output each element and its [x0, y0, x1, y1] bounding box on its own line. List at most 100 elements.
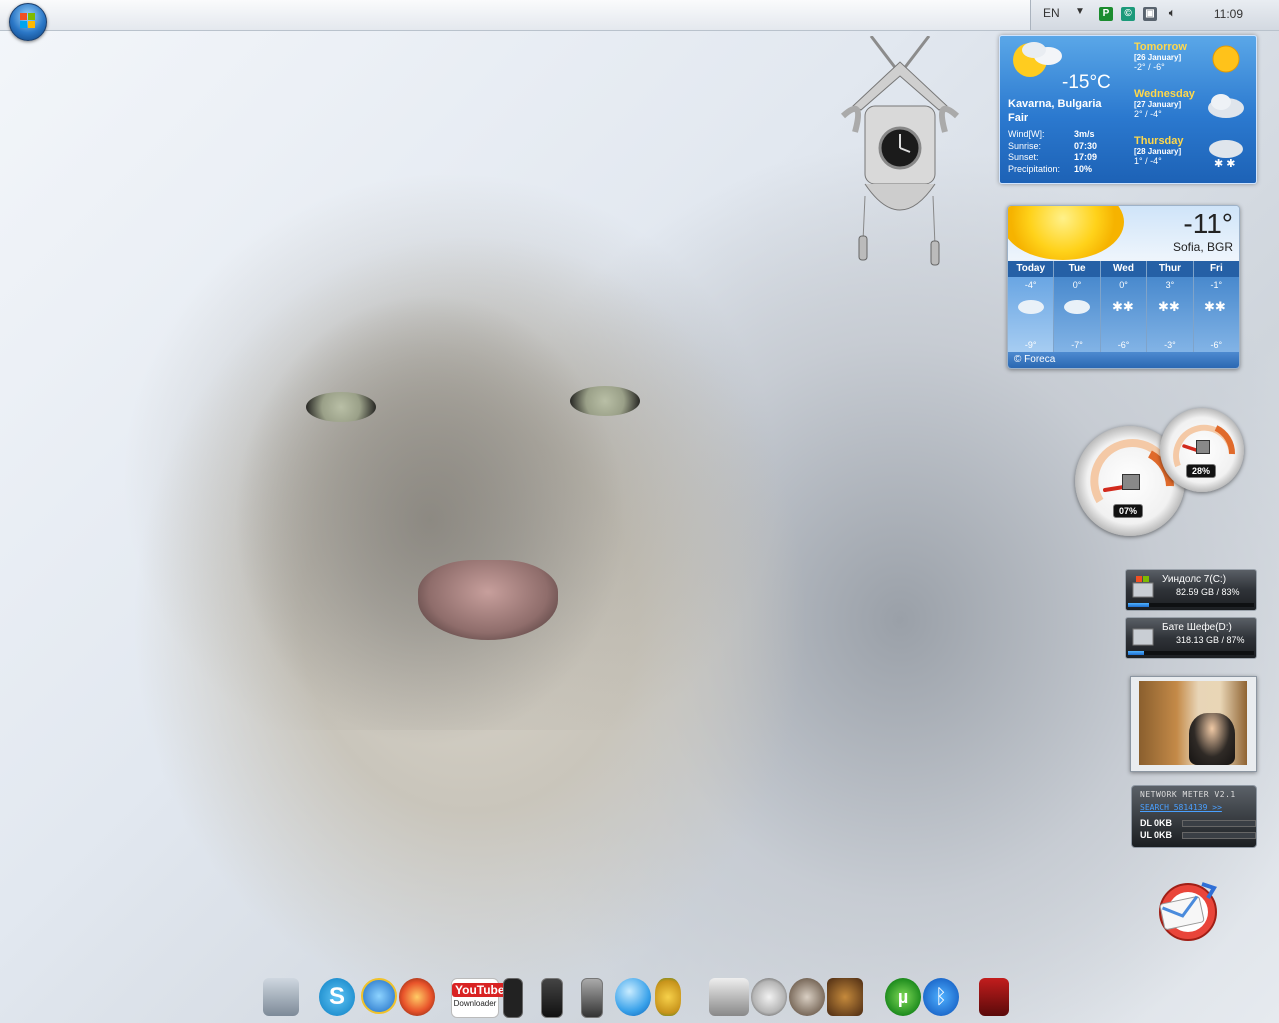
apple-icon[interactable]: [615, 978, 651, 1016]
network-meter-title: NETWORK METER V2.1: [1140, 790, 1236, 799]
network-meter-link[interactable]: SEARCH 5814139 >>: [1140, 803, 1222, 812]
weather-gadget-small[interactable]: -11° Sofia, BGR Today -4° -9° Tue 0° -7°…: [1007, 205, 1240, 369]
firefox-icon[interactable]: [399, 978, 435, 1016]
upload-bar: [1182, 831, 1256, 839]
application-dock: S YouTube Downloader µ ᛒ: [255, 976, 1035, 1020]
weather-location: Kavarna, Bulgaria: [1008, 98, 1102, 110]
volume-icon[interactable]: 🔈︎: [1165, 7, 1179, 21]
forecast-day-name: Thur: [1147, 261, 1193, 277]
ram-chip-icon: [1196, 440, 1210, 454]
snow-icon: ✱ ✱: [1209, 140, 1243, 169]
weather-provider-link[interactable]: © Foreca: [1008, 352, 1239, 368]
ram-meter-gadget[interactable]: 28%: [1160, 408, 1244, 492]
forecast-grid: Today -4° -9° Tue 0° -7° Wed 0° ✱✱ -6° T…: [1008, 261, 1239, 353]
svg-text:✱ ✱: ✱ ✱: [1214, 158, 1236, 169]
taskbar: EN ▼ P © ▣ 🔈︎ 11:09: [0, 0, 1279, 41]
upload-label: UL: [1140, 830, 1152, 840]
forecast-high: 3°: [1165, 280, 1175, 290]
network-icon[interactable]: ▣: [1143, 7, 1157, 21]
windows-drive-icon: [1132, 576, 1154, 598]
app-icon[interactable]: [979, 978, 1009, 1016]
forecast-low: -9°: [1024, 340, 1037, 350]
start-button[interactable]: [9, 3, 47, 41]
sun-icon: [1212, 45, 1240, 73]
forecast-high: -4°: [1024, 280, 1037, 290]
ram-label: 28%: [1186, 464, 1217, 478]
forecast-day-1: Tomorrow [26 January] -2° / -6°: [1134, 41, 1252, 73]
forecast-low: -7°: [1071, 340, 1083, 350]
mail-app-icon[interactable]: [1150, 878, 1222, 944]
forecast-low: -6°: [1117, 340, 1130, 350]
drive-name: Уиндолс 7(C:): [1162, 574, 1227, 585]
drive-d-gadget[interactable]: Бате Шефе(D:) 318.13 GB / 87%: [1125, 617, 1257, 659]
svg-text:✱✱: ✱✱: [1158, 299, 1180, 314]
tray-expand-icon[interactable]: ▼: [1075, 6, 1085, 17]
bluetooth-icon[interactable]: ᛒ: [923, 978, 959, 1016]
internet-explorer-icon[interactable]: [361, 978, 397, 1014]
small-city: Sofia, BGR: [1172, 240, 1233, 254]
pineapple-icon[interactable]: [655, 978, 681, 1016]
phone-icon[interactable]: [503, 978, 523, 1018]
forecast-low: -3°: [1164, 340, 1176, 350]
small-current-temp: -11°: [1183, 208, 1233, 239]
game-icon[interactable]: [827, 978, 863, 1016]
slideshow-gadget[interactable]: [1130, 676, 1257, 772]
forecast-column: Fri -1° ✱✱ -6°: [1193, 261, 1239, 353]
iphone-icon[interactable]: [541, 978, 563, 1018]
hard-drive-icon: [1132, 628, 1154, 646]
weather-gadget-large[interactable]: -15°C Kavarna, Bulgaria Fair Wind[W]: 3m/…: [999, 35, 1257, 184]
cloud-icon: [1064, 300, 1091, 314]
snow-icon: ✱✱: [1158, 299, 1180, 314]
forecast-high: 0°: [1072, 280, 1082, 290]
forecast-day-name: Fri: [1193, 261, 1239, 277]
car-game-icon[interactable]: [709, 978, 749, 1016]
detail-label: Sunset:: [1008, 152, 1039, 162]
drive-name: Бате Шефе(D:): [1162, 622, 1232, 633]
tray-app-icon[interactable]: P: [1099, 7, 1113, 21]
detail-value: 17:09: [1074, 152, 1098, 162]
detail-value: 10%: [1074, 163, 1093, 174]
weather-details: Wind[W]: 3m/s Sunrise: 07:30 Sunset: 17:09 …: [1008, 129, 1120, 175]
tray-clock[interactable]: 11:09: [1214, 7, 1243, 21]
tray-sync-icon[interactable]: ©: [1121, 7, 1135, 21]
computer-icon[interactable]: [263, 978, 299, 1016]
system-tray: EN ▼ P © ▣ 🔈︎ 11:09: [1030, 0, 1279, 30]
current-temperature: -15°C: [1062, 72, 1111, 93]
forecast-column: Today -4° -9°: [1008, 261, 1055, 353]
drive-usage-fill: [1128, 603, 1150, 607]
forecast-day-name: Tue: [1054, 261, 1100, 277]
drive-usage-fill: [1128, 651, 1145, 655]
youtube-downloader-icon[interactable]: YouTube Downloader: [451, 978, 508, 1018]
upload-row: UL 0KB: [1140, 830, 1256, 840]
snow-icon: ✱✱: [1204, 299, 1226, 314]
youtube-label: YouTube: [452, 983, 508, 997]
photo-people: [1189, 713, 1235, 765]
mask-icon[interactable]: [751, 978, 787, 1016]
drive-usage-bar: [1128, 603, 1254, 607]
ipod-icon[interactable]: [581, 978, 603, 1018]
utorrent-icon[interactable]: µ: [885, 978, 921, 1016]
drive-size: 318.13 GB / 87%: [1176, 635, 1245, 645]
detail-label: Sunrise:: [1008, 140, 1042, 151]
skull-icon[interactable]: [789, 978, 825, 1016]
network-meter-gadget[interactable]: NETWORK METER V2.1 SEARCH 5814139 >> DL …: [1131, 785, 1257, 848]
forecast-day-name: Today: [1008, 261, 1054, 277]
skype-icon[interactable]: S: [319, 978, 355, 1016]
download-row: DL 0KB: [1140, 818, 1256, 828]
slideshow-photo: [1139, 681, 1247, 765]
forecast-high: 0°: [1119, 280, 1128, 290]
drive-usage-bar: [1128, 651, 1254, 655]
download-label: DL: [1140, 818, 1152, 828]
drive-c-gadget[interactable]: Уиндолс 7(C:) 82.59 GB / 83%: [1125, 569, 1257, 611]
weather-sky: -11° Sofia, BGR: [1008, 206, 1239, 260]
cpu-chip-icon: [1122, 474, 1140, 490]
windows-logo-icon: [20, 13, 36, 29]
language-indicator[interactable]: EN: [1043, 6, 1060, 20]
leopard-nose: [418, 560, 558, 640]
drive-size: 82.59 GB / 83%: [1176, 587, 1240, 597]
forecast-day-name: Wed: [1100, 261, 1147, 277]
cuckoo-clock-gadget[interactable]: [835, 36, 965, 268]
download-value: 0KB: [1154, 818, 1173, 828]
forecast-column: Wed 0° ✱✱ -6°: [1100, 261, 1148, 353]
forecast-day-3: Thursday [28 January] 1° / -4° ✱ ✱: [1134, 135, 1252, 169]
